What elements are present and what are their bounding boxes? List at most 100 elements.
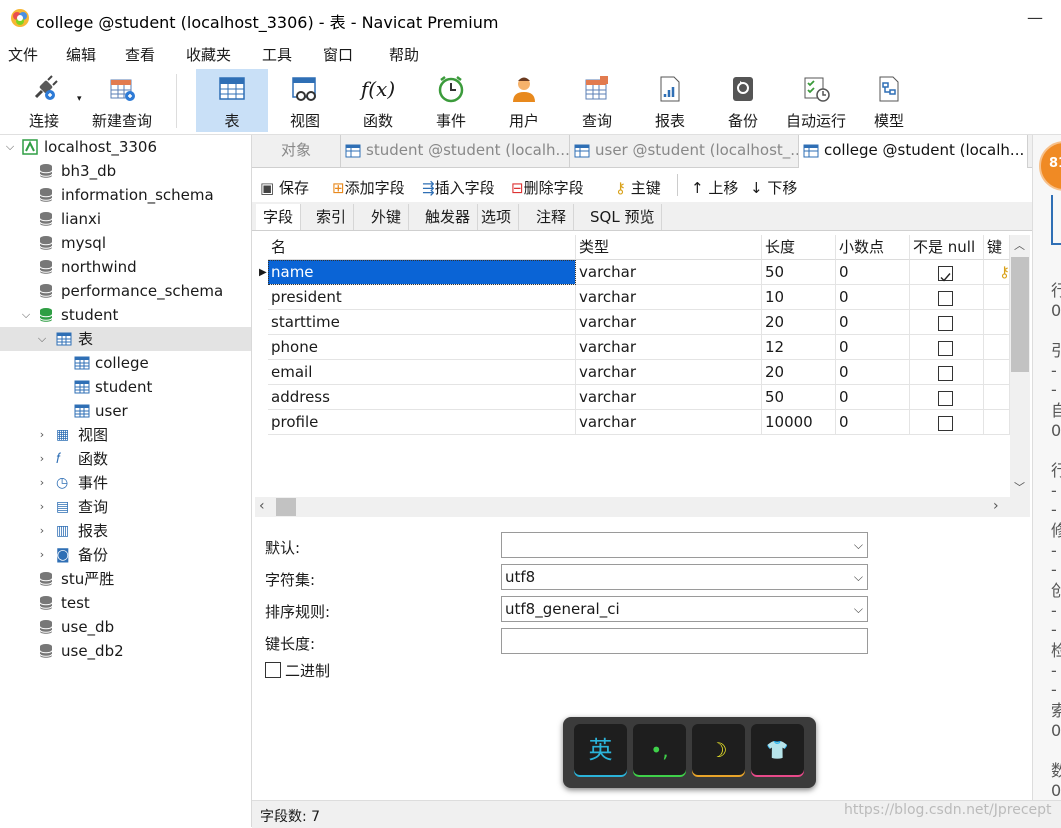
event-button[interactable]: 事件 <box>415 69 487 132</box>
chevron-right-icon[interactable]: › <box>993 498 999 514</box>
chevron-right-icon[interactable]: › <box>36 423 48 447</box>
chevron-down-icon[interactable]: ﹀ <box>1014 479 1025 495</box>
tree-connection[interactable]: ⌵ localhost_3306 <box>0 135 251 159</box>
tree-group[interactable]: › 𝑓 函数 <box>0 447 251 471</box>
cell-key[interactable] <box>984 360 1010 385</box>
cell-name[interactable]: email <box>268 360 576 385</box>
user-button[interactable]: 用户 <box>488 69 560 132</box>
tree-db[interactable]: bh3_db <box>0 159 251 183</box>
tree-db[interactable]: northwind <box>0 255 251 279</box>
chevron-up-icon[interactable]: ︿ <box>1014 237 1025 253</box>
not-null-checkbox[interactable] <box>938 416 953 431</box>
cell-type[interactable]: varchar <box>576 285 762 310</box>
cell-type[interactable]: varchar <box>576 410 762 435</box>
ime-punctuation-button[interactable]: •, <box>633 724 686 777</box>
horizontal-scrollbar[interactable]: ‹ › <box>255 497 1030 517</box>
subtab-foreign-keys[interactable]: 外键 <box>364 204 410 230</box>
column-header-key[interactable]: 键 <box>984 235 1010 260</box>
function-button[interactable]: f(x) 函数 <box>342 69 414 132</box>
menu-view[interactable]: 查看 <box>125 44 155 65</box>
tree-db[interactable]: use_db <box>0 615 251 639</box>
delete-field-button[interactable]: ⊟删除字段 <box>511 177 584 198</box>
tree-tables-folder[interactable]: ⌵ 表 <box>0 327 251 351</box>
cell-key[interactable]: ⚷ <box>984 260 1010 285</box>
cell-length[interactable]: 20 <box>762 360 836 385</box>
tree-group[interactable]: › ◷ 事件 <box>0 471 251 495</box>
menu-window[interactable]: 窗口 <box>323 44 353 65</box>
info-badge[interactable]: 81 <box>1039 141 1061 191</box>
tree-db[interactable]: use_db2 <box>0 639 251 663</box>
chevron-down-icon[interactable]: ▾ <box>77 94 82 104</box>
subtab-options[interactable]: 选项 <box>474 204 520 230</box>
cell-type[interactable]: varchar <box>576 260 762 285</box>
default-select[interactable]: ⌵ <box>501 532 868 558</box>
chevron-right-icon[interactable]: › <box>36 447 48 471</box>
tree-db[interactable]: mysql <box>0 231 251 255</box>
cell-key[interactable] <box>984 335 1010 360</box>
subtab-triggers[interactable]: 触发器 <box>418 204 479 230</box>
add-field-button[interactable]: ⊞添加字段 <box>332 177 405 198</box>
cell-type[interactable]: varchar <box>576 335 762 360</box>
cell-name[interactable]: phone <box>268 335 576 360</box>
subtab-indexes[interactable]: 索引 <box>309 204 355 230</box>
subtab-sql-preview[interactable]: SQL 预览 <box>583 204 663 230</box>
not-null-checkbox[interactable] <box>938 391 953 406</box>
model-button[interactable]: 模型 <box>853 69 925 132</box>
cell-type[interactable]: varchar <box>576 385 762 410</box>
move-down-button[interactable]: ↓ 下移 <box>750 177 797 198</box>
cell-key[interactable] <box>984 410 1010 435</box>
query-button[interactable]: 查询 <box>561 69 633 132</box>
cell-name[interactable]: starttime <box>268 310 576 335</box>
automation-button[interactable]: 自动运行 <box>780 69 852 132</box>
cell-name[interactable]: address <box>268 385 576 410</box>
cell-key[interactable] <box>984 385 1010 410</box>
cell-length[interactable]: 12 <box>762 335 836 360</box>
cell-not-null[interactable] <box>910 285 984 310</box>
chevron-left-icon[interactable]: ‹ <box>259 498 265 514</box>
backup-button[interactable]: 备份 <box>707 69 779 132</box>
shirt-icon[interactable]: 👕 <box>751 724 804 777</box>
not-null-checkbox[interactable] <box>938 266 953 282</box>
view-button[interactable]: 视图 <box>269 69 341 132</box>
cell-type[interactable]: varchar <box>576 360 762 385</box>
chevron-down-icon[interactable]: ⌵ <box>4 135 16 159</box>
vertical-scrollbar[interactable]: ︿ ﹀ <box>1010 235 1030 497</box>
cell-type[interactable]: varchar <box>576 310 762 335</box>
cell-decimal[interactable]: 0 <box>836 360 910 385</box>
tree-db[interactable]: stu严胜 <box>0 567 251 591</box>
cell-length[interactable]: 20 <box>762 310 836 335</box>
tree-group[interactable]: › ▤ 查询 <box>0 495 251 519</box>
insert-field-button[interactable]: ⇶插入字段 <box>422 177 495 198</box>
minimize-button[interactable]: — <box>1025 8 1045 28</box>
chevron-right-icon[interactable]: › <box>36 519 48 543</box>
cell-decimal[interactable]: 0 <box>836 260 910 285</box>
key-length-input[interactable] <box>501 628 868 654</box>
menu-favorites[interactable]: 收藏夹 <box>186 44 231 65</box>
tree-db[interactable]: test <box>0 591 251 615</box>
cell-length[interactable]: 10000 <box>762 410 836 435</box>
cell-decimal[interactable]: 0 <box>836 335 910 360</box>
cell-not-null[interactable] <box>910 335 984 360</box>
tree-db[interactable]: performance_schema <box>0 279 251 303</box>
cell-not-null[interactable] <box>910 410 984 435</box>
column-header-length[interactable]: 长度 <box>762 235 836 260</box>
cell-not-null[interactable] <box>910 260 984 285</box>
subtab-comment[interactable]: 注释 <box>529 204 575 230</box>
table-button[interactable]: 表 <box>196 69 268 132</box>
not-null-checkbox[interactable] <box>938 316 953 331</box>
column-header-decimal[interactable]: 小数点 <box>836 235 910 260</box>
move-up-button[interactable]: ↑ 上移 <box>691 177 738 198</box>
cell-decimal[interactable]: 0 <box>836 385 910 410</box>
collation-select[interactable]: utf8_general_ci ⌵ <box>501 596 868 622</box>
column-header-name[interactable]: 名 <box>268 235 576 260</box>
cell-name[interactable]: president <box>268 285 576 310</box>
not-null-checkbox[interactable] <box>938 341 953 356</box>
menu-file[interactable]: 文件 <box>8 44 38 65</box>
scrollbar-thumb[interactable] <box>276 498 296 516</box>
tree-db-student[interactable]: ⌵ student <box>0 303 251 327</box>
chevron-down-icon[interactable]: ⌵ <box>20 303 32 327</box>
cell-length[interactable]: 10 <box>762 285 836 310</box>
tree-table-student[interactable]: student <box>0 375 251 399</box>
cell-name[interactable]: name <box>268 260 576 285</box>
menu-edit[interactable]: 编辑 <box>66 44 96 65</box>
